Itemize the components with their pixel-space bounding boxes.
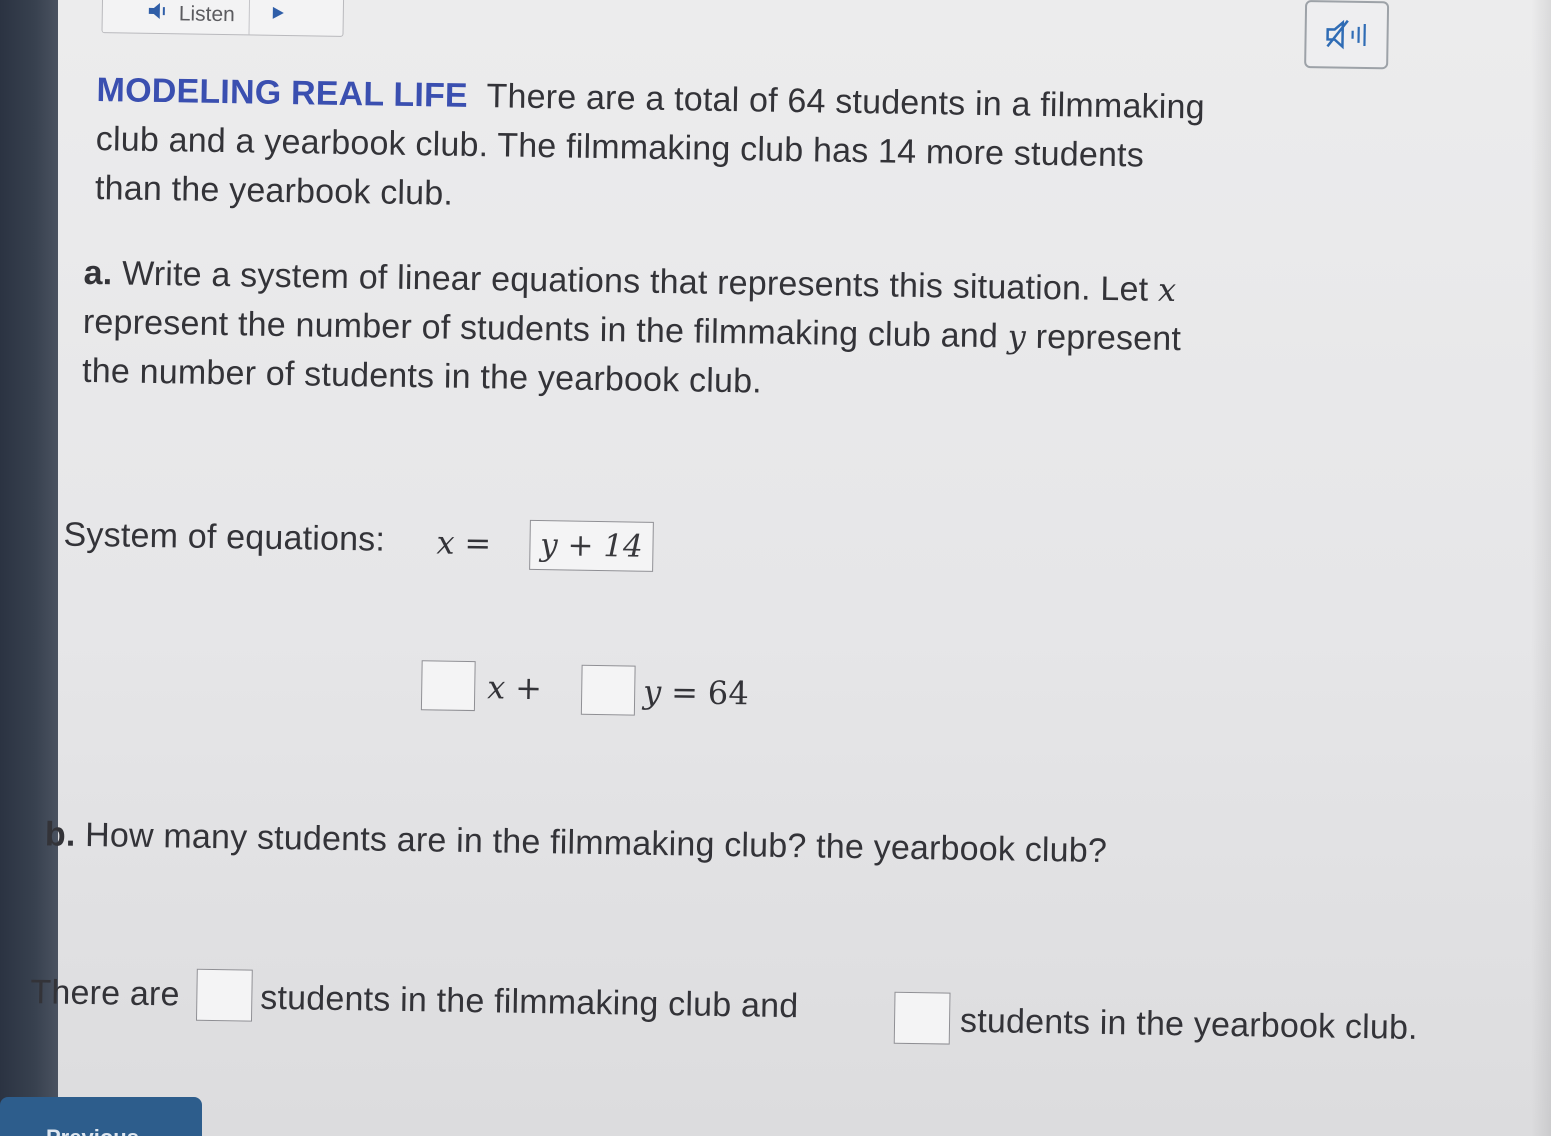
- eq2-x-coefficient-input[interactable]: [420, 660, 476, 712]
- eq2-rhs: 64: [707, 673, 750, 713]
- listen-label: Listen: [178, 2, 236, 27]
- eq2-y-term: y = 64: [643, 668, 749, 719]
- eq2-x-term: x +: [487, 663, 543, 713]
- part-b-answer-middle: students in the filmmaking club and: [260, 978, 799, 1026]
- eq2-equals: =: [670, 673, 699, 712]
- audio-toggle-button[interactable]: [1304, 0, 1390, 70]
- listen-toolbar: Listen: [101, 0, 345, 37]
- eq1-answer-box[interactable]: y + 14: [529, 519, 654, 572]
- previous-button[interactable]: Previous: [0, 1097, 202, 1136]
- screen-shadow: [1531, 0, 1551, 1136]
- question-content: Listen MODELING REAL LIFE There are a to…: [12, 0, 1530, 1136]
- filmmaking-count-input[interactable]: [195, 968, 253, 1022]
- part-a-text-3: represent: [1035, 317, 1182, 359]
- problem-text-1: There are a total of 64 students in a fi…: [486, 77, 1206, 127]
- part-b-prompt: b. How many students are in the filmmaki…: [45, 810, 1306, 879]
- part-b-answer-suffix: students in the yearbook club.: [959, 1001, 1419, 1047]
- screen: Listen MODELING REAL LIFE There are a to…: [0, 0, 1551, 1136]
- part-a-prompt: a. Write a system of linear equations th…: [82, 249, 1324, 415]
- variable-x: x: [1157, 270, 1177, 310]
- equation-1: x =: [436, 518, 492, 568]
- part-a-label: a.: [83, 253, 113, 293]
- eq2-y-coefficient-input[interactable]: [580, 664, 636, 716]
- eq2-x: x: [486, 668, 506, 707]
- part-b-question: How many students are in the filmmaking …: [84, 815, 1108, 871]
- speaker-icon: [148, 3, 165, 20]
- part-a-text-2: represent the number of students in the …: [82, 302, 999, 356]
- problem-statement: MODELING REAL LIFE There are a total of …: [95, 66, 1327, 232]
- listen-button[interactable]: Listen: [102, 0, 251, 35]
- part-b-answer-prefix: There are: [30, 973, 180, 1014]
- play-icon: [272, 6, 284, 19]
- yearbook-count-input[interactable]: [893, 991, 951, 1045]
- play-button[interactable]: [250, 0, 307, 35]
- eq2-plus: +: [514, 668, 543, 708]
- eq1-answer: y + 14: [539, 527, 644, 565]
- part-b-label: b.: [44, 815, 76, 854]
- eq1-lhs: x: [436, 523, 456, 562]
- eq2-y: y: [642, 672, 662, 712]
- problem-heading: MODELING REAL LIFE: [96, 71, 469, 115]
- muted-speaker-icon: [1326, 19, 1366, 50]
- eq1-equals: =: [464, 523, 492, 563]
- variable-y: y: [1007, 317, 1027, 356]
- system-label: System of equations:: [63, 515, 386, 559]
